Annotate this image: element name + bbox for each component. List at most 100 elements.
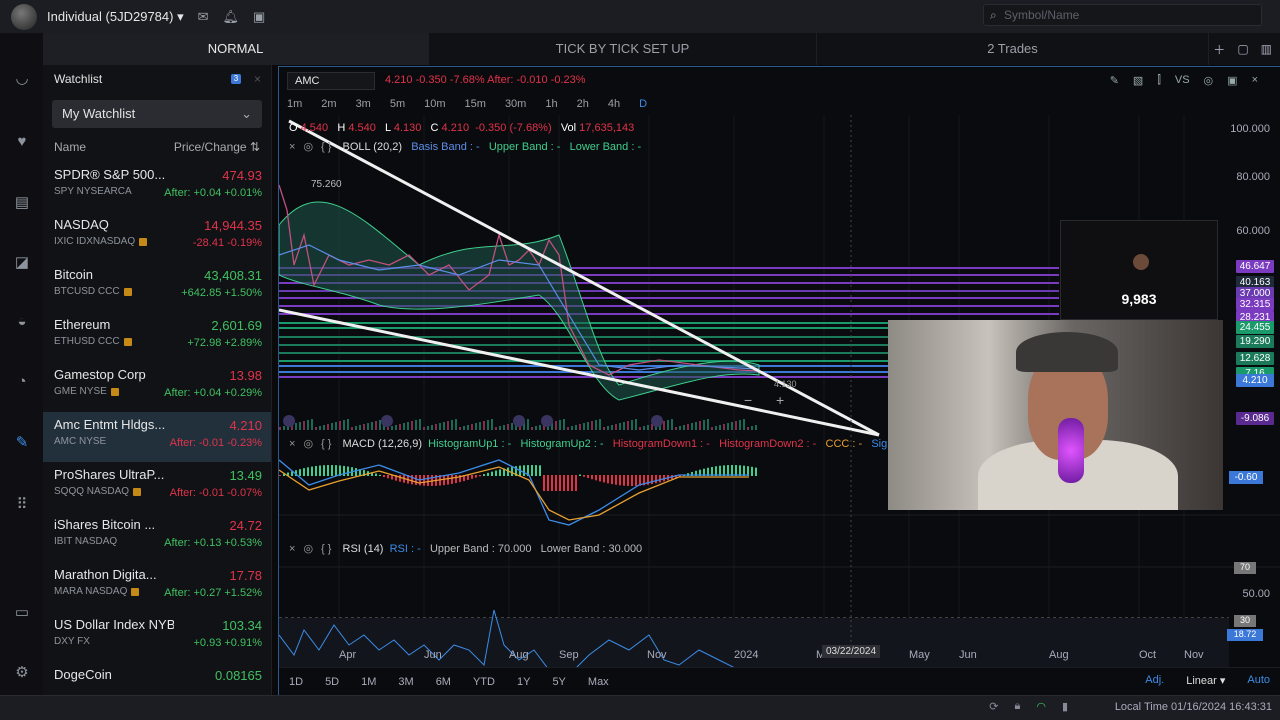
chat-icon[interactable]: ▭: [12, 603, 32, 623]
indicator-icon[interactable]: ◎: [1204, 74, 1214, 87]
search-input[interactable]: ⌕ Symbol/Name: [983, 4, 1262, 26]
volume-bar: [467, 425, 469, 430]
interval-1h[interactable]: 1h: [545, 98, 557, 110]
symbol-input[interactable]: AMC: [287, 72, 375, 90]
range-3M[interactable]: 3M: [398, 676, 413, 688]
volume-bar: [595, 420, 597, 430]
compare-icon[interactable]: VS: [1175, 74, 1190, 87]
draw-icon[interactable]: ✎: [1110, 74, 1119, 87]
refresh-icon[interactable]: ⟳: [989, 700, 998, 713]
left-rail: ◡ ♥ ▤ ◪ ◒ ◔ ✎ ⠿ ▭ ⚙: [0, 33, 43, 720]
chart-type-icon[interactable]: ▧: [1133, 74, 1143, 87]
watchlist-row[interactable]: ProShares UltraP... 13.49 SQQQ NASDAQ After…: [43, 462, 271, 512]
volume-bar: [327, 424, 329, 430]
account-selector[interactable]: Individual (5JD29784) ▾: [47, 9, 184, 25]
watchlist-row-price: 24.72: [229, 518, 262, 533]
watchlist-row[interactable]: Bitcoin 43,408.31 BTCUSD CCC +642.85 +1.50%: [43, 262, 271, 312]
scale-select[interactable]: Linear ▾: [1186, 674, 1225, 687]
layout-icon[interactable]: ▥: [1261, 42, 1272, 56]
range-Max[interactable]: Max: [588, 676, 609, 688]
tab-2-trades[interactable]: 2 Trades: [817, 33, 1209, 65]
interval-30m[interactable]: 30m: [505, 98, 526, 110]
close-icon[interactable]: ×: [289, 438, 295, 450]
logo-icon[interactable]: ◡: [12, 69, 32, 89]
interval-4h[interactable]: 4h: [608, 98, 620, 110]
settings-icon[interactable]: ◎: [303, 141, 313, 153]
volume-bar: [483, 421, 485, 430]
range-YTD[interactable]: YTD: [473, 676, 495, 688]
document-icon[interactable]: ▤: [12, 193, 32, 213]
webcam-cap: [1016, 332, 1118, 372]
candle-icon[interactable]: ⫿: [1157, 74, 1161, 87]
interval-2h[interactable]: 2h: [577, 98, 589, 110]
watchlist-row[interactable]: Amc Entmt Hldgs... 4.210 AMC NYSE After: -0…: [43, 412, 271, 462]
add-tab-icon[interactable]: ＋: [1213, 41, 1225, 58]
planet-icon[interactable]: ◒: [12, 313, 32, 333]
watchlist-row-name: Gamestop Corp: [54, 367, 146, 382]
range-1M[interactable]: 1M: [361, 676, 376, 688]
interval-1m[interactable]: 1m: [287, 98, 302, 110]
close-icon[interactable]: ×: [289, 543, 295, 555]
watchlist-row[interactable]: SPDR® S&P 500... 474.93 SPY NYSEARCA After:…: [43, 162, 271, 212]
tab-tick-by-tick[interactable]: TICK BY TICK SET UP: [429, 33, 817, 65]
heart-icon[interactable]: ♥: [12, 133, 32, 153]
watchlist-row[interactable]: Marathon Digita... 17.78 MARA NASDAQ After:…: [43, 562, 271, 612]
settings-icon[interactable]: ◎: [303, 438, 313, 450]
macd-bar: [587, 475, 589, 478]
code-icon[interactable]: { }: [321, 438, 331, 450]
ohlc-readout: O 4.540 H 4.540 L 4.130 C 4.210 -0.350 (…: [289, 122, 635, 134]
range-6M[interactable]: 6M: [436, 676, 451, 688]
adjusted-toggle[interactable]: Adj.: [1145, 674, 1164, 687]
zoom-in-button[interactable]: +: [776, 392, 784, 408]
microphone-icon: [1058, 418, 1084, 483]
volume-bar: [503, 425, 505, 430]
bell-icon[interactable]: 🔔︎: [223, 9, 240, 25]
volume-bar: [403, 423, 405, 430]
watchlist-row[interactable]: Gamestop Corp 13.98 GME NYSE After: +0.04 +…: [43, 362, 271, 412]
code-icon[interactable]: { }: [321, 141, 331, 153]
range-1D[interactable]: 1D: [289, 676, 303, 688]
interval-2m[interactable]: 2m: [321, 98, 336, 110]
chart-icon[interactable]: ◪: [12, 253, 32, 273]
volume-bar: [279, 427, 281, 430]
interval-15m[interactable]: 15m: [465, 98, 486, 110]
mail-icon[interactable]: ✉: [198, 9, 209, 25]
range-1Y[interactable]: 1Y: [517, 676, 530, 688]
interval-3m[interactable]: 3m: [356, 98, 371, 110]
close-icon[interactable]: ×: [289, 141, 295, 153]
trade-icon[interactable]: ✎: [12, 433, 32, 453]
message-icon[interactable]: ▣: [253, 9, 265, 25]
interval-D[interactable]: D: [639, 98, 647, 110]
macd-bar: [331, 465, 333, 476]
gauge-icon[interactable]: ◔: [12, 373, 32, 393]
column-name[interactable]: Name: [54, 132, 86, 162]
range-5Y[interactable]: 5Y: [552, 676, 565, 688]
lock-icon[interactable]: 🔒︎: [1014, 700, 1020, 713]
macd-bar: [443, 475, 445, 486]
volume-bar: [727, 423, 729, 430]
watchlist-selector[interactable]: My Watchlist ⌄: [52, 100, 262, 128]
avatar[interactable]: [11, 3, 37, 30]
watchlist-row[interactable]: iShares Bitcoin ... 24.72 IBIT NASDAQ After…: [43, 512, 271, 562]
tab-normal[interactable]: NORMAL: [43, 33, 429, 65]
settings-icon[interactable]: ◎: [303, 543, 313, 555]
interval-10m[interactable]: 10m: [424, 98, 445, 110]
save-layout-icon[interactable]: ▢: [1237, 42, 1248, 56]
zoom-out-button[interactable]: −: [744, 392, 752, 408]
settings-icon[interactable]: ⚙: [12, 663, 32, 683]
watchlist-row[interactable]: Ethereum 2,601.69 ETHUSD CCC +72.98 +2.89%: [43, 312, 271, 362]
grid-icon[interactable]: ⠿: [12, 495, 32, 515]
range-5D[interactable]: 5D: [325, 676, 339, 688]
auto-scale-toggle[interactable]: Auto: [1247, 674, 1270, 687]
close-icon[interactable]: ×: [254, 65, 261, 93]
watchlist-row[interactable]: US Dollar Index NYBOT 103.34 DXY FX +0.93 +…: [43, 612, 271, 662]
close-chart-icon[interactable]: ×: [1252, 74, 1258, 87]
layout-badge-icon[interactable]: ▣: [1227, 74, 1237, 87]
volume-bar: [367, 423, 369, 430]
code-icon[interactable]: { }: [321, 543, 331, 555]
watchlist-row-change: After: +0.13 +0.53%: [164, 537, 262, 549]
watchlist-row-name: Bitcoin: [54, 267, 94, 282]
interval-5m[interactable]: 5m: [390, 98, 405, 110]
column-price[interactable]: Price/Change ⇅: [174, 132, 260, 162]
watchlist-row[interactable]: NASDAQ 14,944.35 IXIC IDXNASDAQ -28.41 -0.1…: [43, 212, 271, 262]
